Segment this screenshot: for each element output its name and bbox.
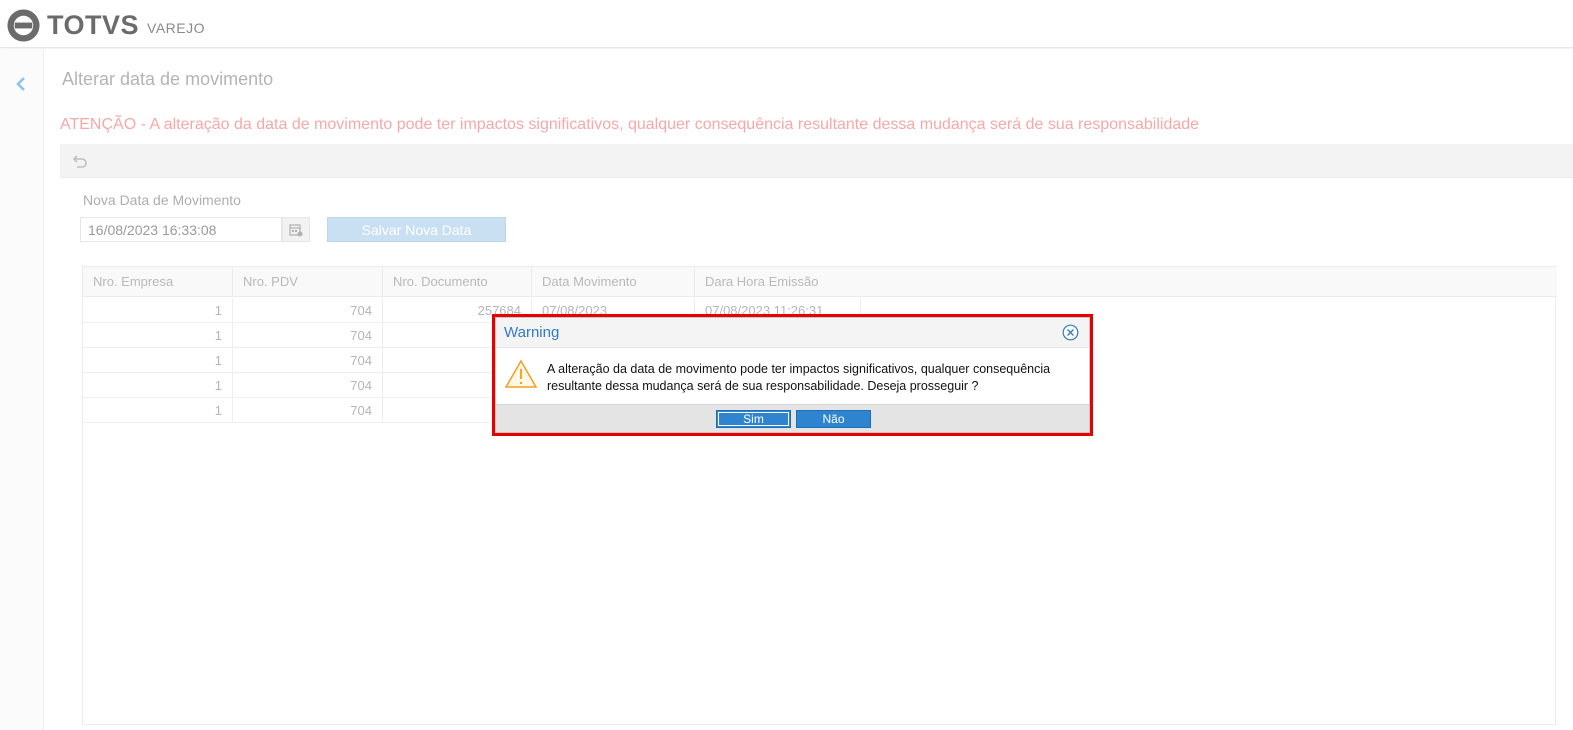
dialog-message: A alteração da data de movimento pode te…	[547, 361, 1082, 395]
dialog-message-line-2: resultante dessa mudança será de sua res…	[547, 379, 979, 393]
dialog-message-line-1: A alteração da data de movimento pode te…	[547, 362, 1051, 376]
dialog-header: Warning	[496, 318, 1089, 348]
dialog-highlight-frame: Warning A alteração da data de movimento…	[492, 314, 1093, 436]
dialog-title: Warning	[504, 324, 560, 341]
warning-dialog: Warning A alteração da data de movimento…	[495, 317, 1090, 433]
close-circle-icon[interactable]	[1062, 324, 1079, 341]
no-button[interactable]: Não	[796, 410, 871, 428]
yes-button[interactable]: Sim	[716, 410, 791, 428]
warning-triangle-icon	[504, 359, 538, 388]
dialog-footer: Sim Não	[496, 404, 1089, 432]
